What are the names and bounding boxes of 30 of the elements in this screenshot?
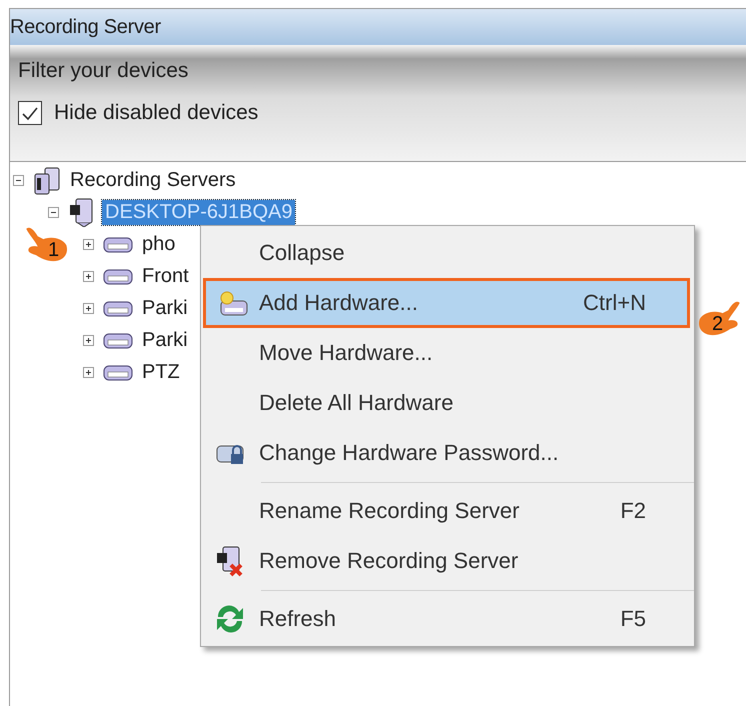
tree-item[interactable]: Front xyxy=(139,264,192,288)
menu-item[interactable]: Rename Recording Server F2 xyxy=(201,486,694,536)
menu-item[interactable]: Move Hardware... xyxy=(201,328,694,378)
server-remove-icon xyxy=(215,545,245,577)
expand-icon[interactable] xyxy=(83,366,94,378)
checkbox[interactable] xyxy=(18,101,42,125)
refresh-icon xyxy=(214,603,246,635)
expand-icon[interactable] xyxy=(83,238,94,250)
window-title: Recording Server xyxy=(10,9,746,45)
menu-item[interactable]: Change Hardware Password... xyxy=(201,428,694,478)
collapse-icon[interactable] xyxy=(48,206,59,218)
expand-icon[interactable] xyxy=(83,302,94,314)
expand-icon[interactable] xyxy=(83,270,94,282)
menu-item[interactable]: Refresh F5 xyxy=(201,594,694,644)
tree-item[interactable]: PTZ xyxy=(139,360,183,384)
expand-icon[interactable] xyxy=(83,334,94,346)
filter-heading: Filter your devices xyxy=(18,59,190,83)
menu-item[interactable]: Collapse xyxy=(201,228,694,278)
menu-item[interactable]: Delete All Hardware xyxy=(201,378,694,428)
tree-item[interactable]: Parki xyxy=(139,328,191,352)
tree-item[interactable]: pho xyxy=(139,232,178,256)
step-number: 1 xyxy=(48,240,60,260)
tree-item[interactable]: Parki xyxy=(139,296,191,320)
menu-item[interactable]: Add Hardware... Ctrl+N xyxy=(203,278,690,328)
tree-item[interactable]: Recording Servers xyxy=(67,168,239,193)
checkbox-label: Hide disabled devices xyxy=(54,101,258,125)
collapse-icon[interactable] xyxy=(13,175,24,186)
menu-item[interactable]: Remove Recording Server xyxy=(201,536,694,586)
step-number: 2 xyxy=(712,314,724,334)
server-stack-icon xyxy=(33,166,61,196)
